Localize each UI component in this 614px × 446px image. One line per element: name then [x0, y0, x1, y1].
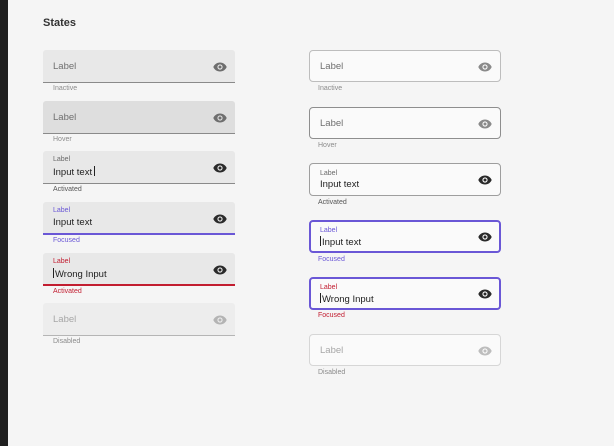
outlined-field-hover[interactable]: Label	[309, 107, 501, 139]
states-board: States Label Inactive Label Hover Label …	[8, 0, 614, 446]
field-value-wrap: Wrong Input	[320, 293, 374, 305]
field-value: Input text	[322, 237, 362, 248]
helper-text: Activated	[53, 288, 82, 295]
helper-text: Activated	[318, 199, 347, 206]
eye-icon[interactable]	[213, 265, 227, 275]
helper-text: Focused	[318, 312, 345, 319]
eye-icon[interactable]	[213, 163, 227, 173]
filled-field-disabled: Label	[43, 303, 235, 336]
field-label: Label	[320, 284, 338, 291]
text-caret	[53, 268, 54, 278]
text-caret	[320, 236, 321, 246]
field-label: Label	[320, 118, 344, 129]
text-caret	[94, 166, 96, 176]
page-title: States	[43, 17, 77, 29]
filled-field-error[interactable]: Label Wrong Input	[43, 253, 235, 286]
field-label: Label	[320, 227, 338, 234]
helper-text: Disabled	[318, 369, 346, 376]
outlined-field-inactive[interactable]: Label	[309, 50, 501, 82]
field-value-wrap: Input text	[320, 236, 361, 248]
helper-text: Focused	[53, 237, 80, 244]
eye-icon[interactable]	[478, 175, 492, 185]
helper-text: Activated	[53, 186, 82, 193]
field-value-wrap: Wrong Input	[53, 268, 107, 280]
filled-field-inactive[interactable]: Label	[43, 50, 235, 83]
field-label: Label	[53, 314, 77, 325]
eye-icon	[478, 346, 492, 356]
field-value: Input text	[320, 179, 360, 190]
eye-icon[interactable]	[478, 232, 492, 242]
field-label: Label	[320, 61, 344, 72]
field-label: Label	[53, 258, 71, 265]
eye-icon	[213, 315, 227, 325]
outlined-field-activated[interactable]: Label Input text	[309, 163, 501, 196]
filled-field-activated[interactable]: Label Input text	[43, 151, 235, 184]
helper-text: Disabled	[53, 338, 81, 345]
helper-text: Inactive	[318, 85, 343, 92]
eye-icon[interactable]	[213, 113, 227, 123]
eye-icon[interactable]	[478, 119, 492, 129]
outlined-field-focused[interactable]: Label Input text	[309, 220, 501, 253]
helper-text: Focused	[318, 256, 345, 263]
field-value: Wrong Input	[322, 294, 374, 305]
helper-text: Inactive	[53, 85, 78, 92]
filled-field-hover[interactable]: Label	[43, 101, 235, 134]
filled-field-focused[interactable]: Label Input text	[43, 202, 235, 235]
text-caret	[320, 293, 321, 303]
field-label: Label	[53, 156, 71, 163]
eye-icon[interactable]	[213, 214, 227, 224]
field-value: Input text	[53, 217, 93, 228]
field-label: Label	[53, 207, 71, 214]
outlined-field-error[interactable]: Label Wrong Input	[309, 277, 501, 310]
field-label: Label	[53, 112, 77, 123]
field-value: Wrong Input	[55, 269, 107, 280]
outlined-field-disabled: Label	[309, 334, 501, 366]
eye-icon[interactable]	[478, 289, 492, 299]
eye-icon[interactable]	[213, 62, 227, 72]
field-label: Label	[320, 170, 338, 177]
field-label: Label	[320, 345, 344, 356]
helper-text: Hover	[318, 142, 337, 149]
field-value: Input text	[53, 167, 93, 178]
field-value-wrap: Input text	[53, 166, 96, 178]
helper-text: Hover	[53, 136, 72, 143]
field-label: Label	[53, 61, 77, 72]
eye-icon[interactable]	[478, 62, 492, 72]
